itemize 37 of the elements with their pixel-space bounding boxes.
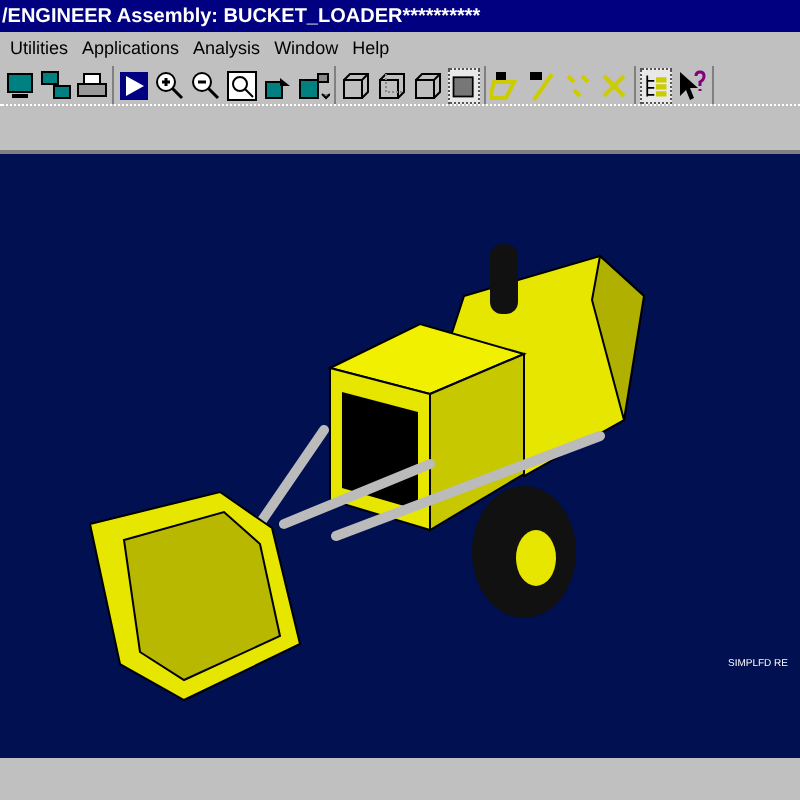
menu-item[interactable]: Window — [274, 35, 339, 63]
toolbar-button[interactable] — [298, 67, 330, 103]
wireframe-icon — [340, 69, 372, 101]
toolbar-button[interactable] — [526, 67, 558, 103]
zoom-out-icon — [190, 69, 222, 101]
toolbar-button[interactable] — [376, 67, 408, 103]
menu-item[interactable]: Analysis — [193, 35, 261, 63]
window-title: /ENGINEER Assembly: BUCKET_LOADER********** — [2, 3, 481, 31]
toolbar-button[interactable] — [190, 67, 222, 103]
toolbar-button[interactable] — [40, 67, 72, 103]
datum-point-icon — [562, 69, 594, 101]
toolbar-button[interactable] — [4, 67, 36, 103]
coordinate-system-icon — [598, 69, 630, 101]
toolbar-button[interactable] — [76, 67, 108, 103]
menu-item[interactable]: Applications — [82, 35, 180, 63]
toolbar-button[interactable] — [340, 67, 372, 103]
saved-views-icon — [298, 69, 330, 101]
toolbar-button[interactable] — [154, 67, 186, 103]
toolbar-button[interactable] — [412, 67, 444, 103]
toolbar-button[interactable] — [640, 67, 672, 103]
computers-icon — [40, 69, 72, 101]
printer-icon — [76, 69, 108, 101]
play-icon — [118, 69, 150, 101]
no-hidden-icon — [412, 69, 444, 101]
toolbar-button[interactable] — [226, 67, 258, 103]
monitor-icon — [4, 69, 36, 101]
zoom-in-icon — [154, 69, 186, 101]
datum-axis-icon — [526, 69, 558, 101]
toolbar-button[interactable] — [676, 67, 708, 103]
datum-plane-icon — [490, 69, 522, 101]
menu-item[interactable]: Utilities — [10, 35, 69, 63]
hidden-line-icon — [376, 69, 408, 101]
toolbar-button[interactable] — [448, 67, 480, 103]
menu-item[interactable]: Help — [352, 35, 390, 63]
toolbar-button[interactable] — [118, 67, 150, 103]
toolbar-button[interactable] — [490, 67, 522, 103]
help-pointer-icon — [676, 69, 708, 101]
